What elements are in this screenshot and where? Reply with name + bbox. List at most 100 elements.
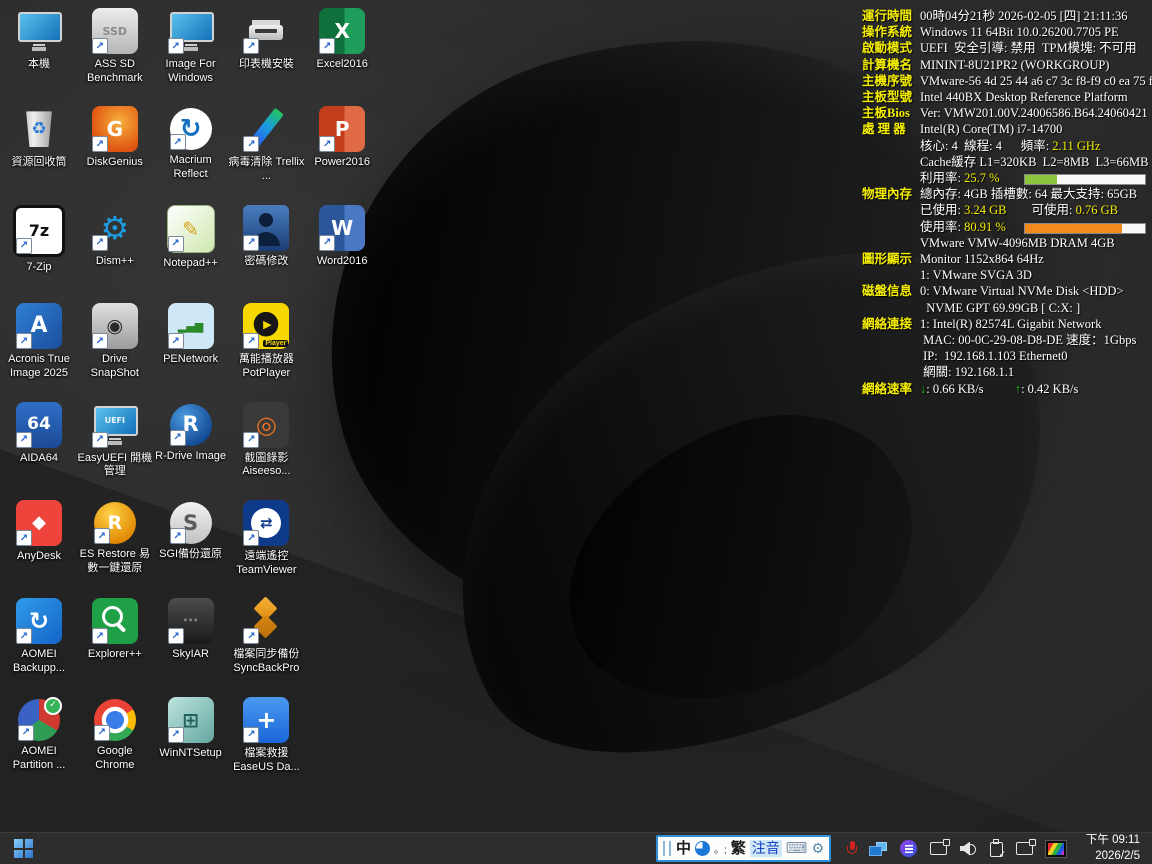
sysinfo-label: 網絡速率 <box>862 381 912 397</box>
7zip-icon: 7z <box>13 205 65 257</box>
desktop-icon-dism[interactable]: ⚙Dism++ <box>77 203 153 269</box>
potplayer-glyph: ▶ <box>263 319 271 330</box>
aomei-partition-glyph: ✓ <box>44 697 62 715</box>
volume-icon[interactable] <box>960 842 977 856</box>
desktop-icon-winntsetup[interactable]: ⊞WinNTSetup <box>153 695 229 761</box>
start-button[interactable] <box>14 839 33 858</box>
desktop-icon-potplayer[interactable]: ▶ 萬能播放器 PotPlayer <box>228 301 304 381</box>
desktop-icon-r-drive-image[interactable]: RR-Drive Image <box>153 400 229 464</box>
usb-eject-icon[interactable] <box>990 842 1003 857</box>
desktop-icon-trellix-antivirus[interactable]: 病毒清除 Trellix ... <box>228 104 304 184</box>
shortcut-arrow-icon <box>92 235 108 251</box>
sysinfo-value: 使用率: <box>920 220 964 234</box>
desktop-icon-aiseesoft-recorder[interactable]: ◎截圖錄影 Aiseeso... <box>228 400 304 480</box>
ime-punctuation-mode[interactable]: 。; <box>714 841 727 856</box>
desktop-icon-sgi-backup[interactable]: SSGI備份還原 <box>153 498 229 562</box>
desktop-icon-google-chrome[interactable]: Google Chrome <box>77 695 153 773</box>
desktop-icon-easyuefi[interactable]: UEFIEasyUEFI 開機管理 <box>77 400 153 480</box>
power2016-icon: P <box>319 106 365 152</box>
menu-circle-icon[interactable] <box>900 840 917 857</box>
desktop-icon-label: 病毒清除 Trellix ... <box>228 156 304 184</box>
desktop-icon-image-for-windows[interactable]: Image For Windows <box>153 6 229 86</box>
desktop-icon-printer-setup[interactable]: 印表機安裝 <box>228 6 304 72</box>
desktop-icon-es-restore[interactable]: RES Restore 易數一鍵還原 <box>77 498 153 576</box>
taskbar-clock[interactable]: 下午 09:11 2026/2/5 <box>1078 833 1140 864</box>
shortcut-arrow-icon <box>170 134 186 150</box>
network-computers-icon[interactable] <box>869 842 887 856</box>
desktop-icon-diskgenius[interactable]: GDiskGenius <box>77 104 153 170</box>
sysinfo-line: 圖形顯示Monitor 1152x864 64Hz <box>862 251 1150 267</box>
desktop-icon-grid: 本機 ♻資源回收筒 7z7-Zip AAcronis True Image 2025 6… <box>1 0 391 820</box>
sysinfo-label: 主板Bios <box>862 105 910 121</box>
desktop-icon-7zip[interactable]: 7z7-Zip <box>1 203 77 275</box>
sysinfo-value: Intel(R) Core(TM) i7-14700 <box>920 122 1062 136</box>
desktop-icon-recycle-bin[interactable]: ♻資源回收筒 <box>1 104 77 170</box>
ime-shape-mode-icon[interactable] <box>695 841 710 856</box>
desktop-icon-notepadpp[interactable]: ✎Notepad++ <box>153 203 229 271</box>
aiseesoft-recorder-icon: ◎ <box>243 402 289 448</box>
sysinfo-value: VMware-56 4d 25 44 a6 c7 3c f8-f9 c0 ea … <box>920 74 1152 88</box>
shortcut-arrow-icon <box>168 333 184 349</box>
shortcut-arrow-icon <box>243 235 259 251</box>
desktop-icon-label: ASS SD Benchmark <box>77 58 153 86</box>
desktop-icon-anydesk[interactable]: ◆AnyDesk <box>1 498 77 564</box>
keyboard-icon[interactable]: ⌨ <box>786 841 808 856</box>
easeus-recovery-glyph: + <box>256 708 276 732</box>
ime-language-bar[interactable]: 中 。; 繁 注音 ⌨ ⚙ <box>656 835 831 862</box>
desktop-icon-aomei-backupper[interactable]: ↻AOMEI Backupp... <box>1 596 77 676</box>
monitor-plug-icon[interactable] <box>930 842 947 855</box>
skyiar-glyph: ••• <box>183 617 198 625</box>
potplayer-icon: ▶ <box>243 303 289 349</box>
desktop-icon-label: DiskGenius <box>77 156 153 170</box>
sysinfo-line: 啟動模式UEFI 安全引導: 禁用 TPM模塊: 不可用 <box>862 40 1150 56</box>
desktop-icon-power2016[interactable]: PPower2016 <box>304 104 380 170</box>
clock-date: 2026/2/5 <box>1078 849 1140 864</box>
ime-script-mode[interactable]: 繁 <box>731 841 746 856</box>
shortcut-arrow-icon <box>168 236 184 252</box>
ime-grip-handle[interactable] <box>663 841 671 856</box>
image-for-windows-icon <box>168 8 214 54</box>
desktop-icon-easeus-recovery[interactable]: +檔案救援 EaseUS Da... <box>228 695 304 775</box>
sysinfo-value: 3.24 GB <box>964 203 1006 217</box>
sysinfo-line: NVME GPT 69.99GB [ C:X: ] <box>862 300 1150 316</box>
drive-snapshot-icon: ◉ <box>92 303 138 349</box>
sysinfo-line: 已使用: 3.24 GB 可使用: 0.76 GB <box>862 202 1150 218</box>
desktop-icon-explorerpp[interactable]: Explorer++ <box>77 596 153 662</box>
desktop-icon-skyiar[interactable]: •••SkyIAR <box>153 596 229 662</box>
power2016-glyph: P <box>335 119 350 139</box>
desktop-icon-penetwork[interactable]: ▂▄▆PENetwork <box>153 301 229 367</box>
desktop-icon-aida64[interactable]: 64AIDA64 <box>1 400 77 466</box>
sysinfo-value: IP: 192.168.1.103 Ethernet0 <box>920 349 1068 363</box>
syncbackpro-icon <box>243 598 289 644</box>
mic-muted-icon[interactable] <box>847 841 856 857</box>
sysinfo-line: 網絡速率↓: 0.66 KB/s ↑: 0.42 KB/s <box>862 381 1150 397</box>
ime-input-method[interactable]: 注音 <box>750 840 782 857</box>
desktop-icon-acronis-true-image[interactable]: AAcronis True Image 2025 <box>1 301 77 381</box>
desktop-icon-password-change[interactable]: 密碼修改 <box>228 203 304 269</box>
sysinfo-value: 1: Intel(R) 82574L Gigabit Network <box>920 317 1101 331</box>
desktop-icon-drive-snapshot[interactable]: ◉Drive SnapShot <box>77 301 153 381</box>
desktop-icon-label: 印表機安裝 <box>228 58 304 72</box>
desktop-icon-label: 檔案同步備份 SyncBackPro <box>228 648 304 676</box>
desktop-icon-label: Dism++ <box>77 255 153 269</box>
desktop-icon-label: 遠端遙控 TeamViewer <box>228 550 304 578</box>
sysinfo-value: 2.11 GHz <box>1052 139 1100 153</box>
desktop-icon-word2016[interactable]: WWord2016 <box>304 203 380 269</box>
aomei-partition-icon: ✓ <box>18 699 60 741</box>
desktop-icon-syncbackpro[interactable]: 檔案同步備份 SyncBackPro <box>228 596 304 676</box>
sysinfo-line: Cache緩存 L1=320KB L2=8MB L3=66MB <box>862 154 1150 170</box>
acronis-true-image-glyph: A <box>30 315 47 337</box>
monitor-plug-icon-2[interactable] <box>1016 842 1033 855</box>
desktop-icon-label: 萬能播放器 PotPlayer <box>228 353 304 381</box>
desktop-icon-ssd-benchmark[interactable]: SSDASS SD Benchmark <box>77 6 153 86</box>
shortcut-arrow-icon <box>319 136 335 152</box>
display-color-icon[interactable] <box>1046 841 1066 857</box>
desktop-icon-teamviewer[interactable]: ⇄遠端遙控 TeamViewer <box>228 498 304 578</box>
sysinfo-line: 處 理 器Intel(R) Core(TM) i7-14700 <box>862 121 1150 137</box>
desktop-icon-aomei-partition[interactable]: ✓AOMEI Partition ... <box>1 695 77 773</box>
desktop-icon-excel2016[interactable]: XExcel2016 <box>304 6 380 72</box>
desktop-icon-macrium-reflect[interactable]: ↻Macrium Reflect <box>153 104 229 182</box>
ime-language-mode[interactable]: 中 <box>676 841 691 856</box>
desktop-icon-this-pc[interactable]: 本機 <box>1 6 77 72</box>
gear-icon[interactable]: ⚙ <box>811 842 824 856</box>
